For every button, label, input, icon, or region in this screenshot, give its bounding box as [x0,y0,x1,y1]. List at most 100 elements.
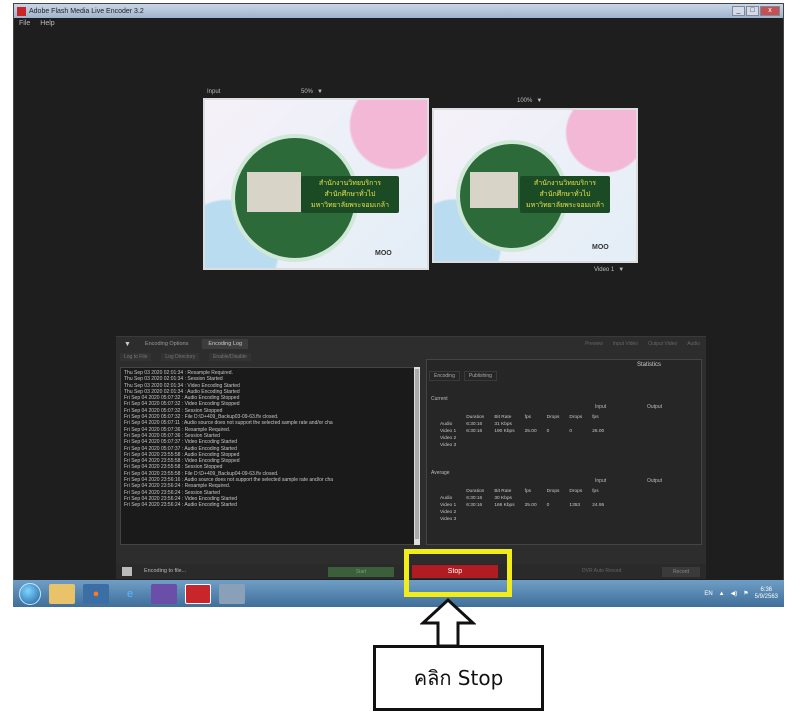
app-icon [17,6,26,16]
menu-help[interactable]: Help [40,18,54,30]
tab-encoding-options[interactable]: Encoding Options [139,339,194,349]
tab-publishing[interactable]: Publishing [463,371,497,381]
minimize-button[interactable]: _ [732,6,745,16]
flag-icon[interactable]: ⚑ [743,590,748,597]
log-scrollbar[interactable] [414,367,420,545]
stats-header-row: Duration Bit Rate fps Drops Drops fps [435,414,609,421]
scrollbar-thumb[interactable] [415,369,419,539]
stats-cell: 26.00 [592,429,605,434]
clock[interactable]: 6:36 5/9/2563 [755,587,778,601]
remote-desktop-icon[interactable] [151,583,177,604]
record-button[interactable]: Record [662,567,700,577]
log-to-file-checkbox[interactable]: Log to File [120,353,152,361]
output-video-option[interactable]: Output Video [648,341,677,347]
stats-row: Video 2 [435,435,609,442]
stats-cell [564,435,587,442]
stats-cell: 6:30:16 [466,503,483,508]
stats-cell: 0 [569,429,573,434]
preview-option[interactable]: Preview [585,341,603,347]
slide-building [247,172,301,212]
file-explorer-icon[interactable] [49,583,75,604]
stats-cell [520,516,542,523]
stats-column-header: Duration [466,415,485,420]
start-button[interactable]: Start [328,567,394,577]
menu-file[interactable]: File [19,18,30,30]
slide-building [470,172,518,208]
stats-cell [542,435,565,442]
audio-option[interactable]: Audio [687,341,700,347]
stats-cell: Video 1 [440,503,457,508]
encoding-log-text[interactable]: Thu Sep 03 2020 02:01:34 : Resample Requ… [120,367,415,545]
output-zoom-value: 100% [517,98,533,104]
input-video-option[interactable]: Input Video [613,341,638,347]
tab-encoding[interactable]: Encoding [429,371,460,381]
slide-title-line2: สำนักศึกษาทั่วไป [324,191,376,198]
window-controls: _ □ x [732,6,780,16]
stats-cell [489,509,519,516]
log-directory-button[interactable]: Log Directory [161,353,200,361]
show-hidden-icons[interactable]: ▲ [719,591,725,597]
stats-cell [461,516,489,523]
up-arrow-icon [420,597,476,648]
stats-cell: Video 3 [440,517,457,522]
output-zoom-select[interactable]: 100% ▼ [517,98,542,104]
stats-cell [542,495,565,502]
close-button[interactable]: x [760,6,780,16]
enable-disable-toggle[interactable]: Enable/Disable [209,353,251,361]
stats-column-header: Bit Rate [494,489,512,494]
log-panel: ▼ Encoding Options Encoding Log Preview … [116,336,706,564]
stats-column-header [435,414,461,421]
chevron-down-icon: ▼ [317,89,323,95]
stats-cell: 0 [546,503,550,508]
start-menu-icon[interactable] [19,582,41,605]
stats-cell [542,516,565,523]
stats-column-header: Drops [569,415,583,420]
average-stats-table: Duration Bit Rate fps Drops Drops fps Audio 6:3… [435,488,609,523]
stats-column-header: Drops [546,415,560,420]
chevron-down-icon: ▼ [618,267,625,273]
stats-column-header: Bit Rate [494,415,512,420]
stats-cell [564,516,587,523]
network-tool-icon[interactable] [219,583,245,604]
stats-cell [461,509,489,516]
taskbar: ● e EN ▲ ◀) ⚑ 6:36 5/9/2563 [13,580,784,607]
statistics-tabs: Encoding Publishing [429,371,701,381]
status-text: Encoding to file... [144,568,187,574]
tab-encoding-log[interactable]: Encoding Log [202,339,248,349]
system-tray: EN ▲ ◀) ⚑ 6:36 5/9/2563 [704,587,784,601]
internet-explorer-icon[interactable]: e [117,584,143,604]
output-group-label: Output [647,404,663,410]
slide-title-line2: สำนักศึกษาทั่วไป [539,191,591,198]
output-source-select[interactable]: Video 1 ▼ [594,267,624,273]
dvr-auto-record-checkbox[interactable]: DVR Auto Record [582,568,621,574]
stats-column-header: Drops [569,489,583,494]
maximize-button[interactable]: □ [746,6,759,16]
language-indicator[interactable]: EN [704,591,712,597]
stats-cell: 6:30:16 [466,422,483,427]
chevron-down-icon: ▼ [536,98,543,104]
input-zoom-select[interactable]: 50% ▼ [301,89,323,95]
media-player-icon[interactable]: ● [83,583,109,604]
encoding-status-icon [122,567,132,576]
stats-cell: 30 Kbps [494,496,512,501]
slide-logo: MOO [375,250,392,257]
input-zoom-value: 50% [301,89,314,95]
instruction-callout: คลิก Stop [373,645,544,711]
collapse-triangle-icon[interactable]: ▼ [124,341,131,348]
volume-icon[interactable]: ◀) [731,590,738,597]
stats-header-row: Duration Bit Rate fps Drops Drops fps [435,488,609,495]
stats-cell: 31 Kbps [494,422,512,427]
flash-encoder-taskbar-icon[interactable] [185,583,211,604]
stats-cell [461,435,489,442]
stats-cell [542,509,565,516]
stats-cell: Video 2 [440,436,457,441]
stats-cell [587,495,609,502]
output-preview: สำนักงานวิทยบริการ สำนักศึกษาทั่วไป มหาว… [432,108,638,263]
window-title: Adobe Flash Media Live Encoder 3.2 [29,7,144,15]
slide-title-line1: สำนักงานวิทยบริการ [533,180,597,187]
stats-cell [489,516,519,523]
stats-column-header: fps [592,489,599,494]
stats-column-header: Drops [546,489,560,494]
stats-column-header: fps [592,415,599,420]
input-preview: สำนักงานวิทยบริการ สำนักศึกษาทั่วไป มหาว… [203,98,429,270]
